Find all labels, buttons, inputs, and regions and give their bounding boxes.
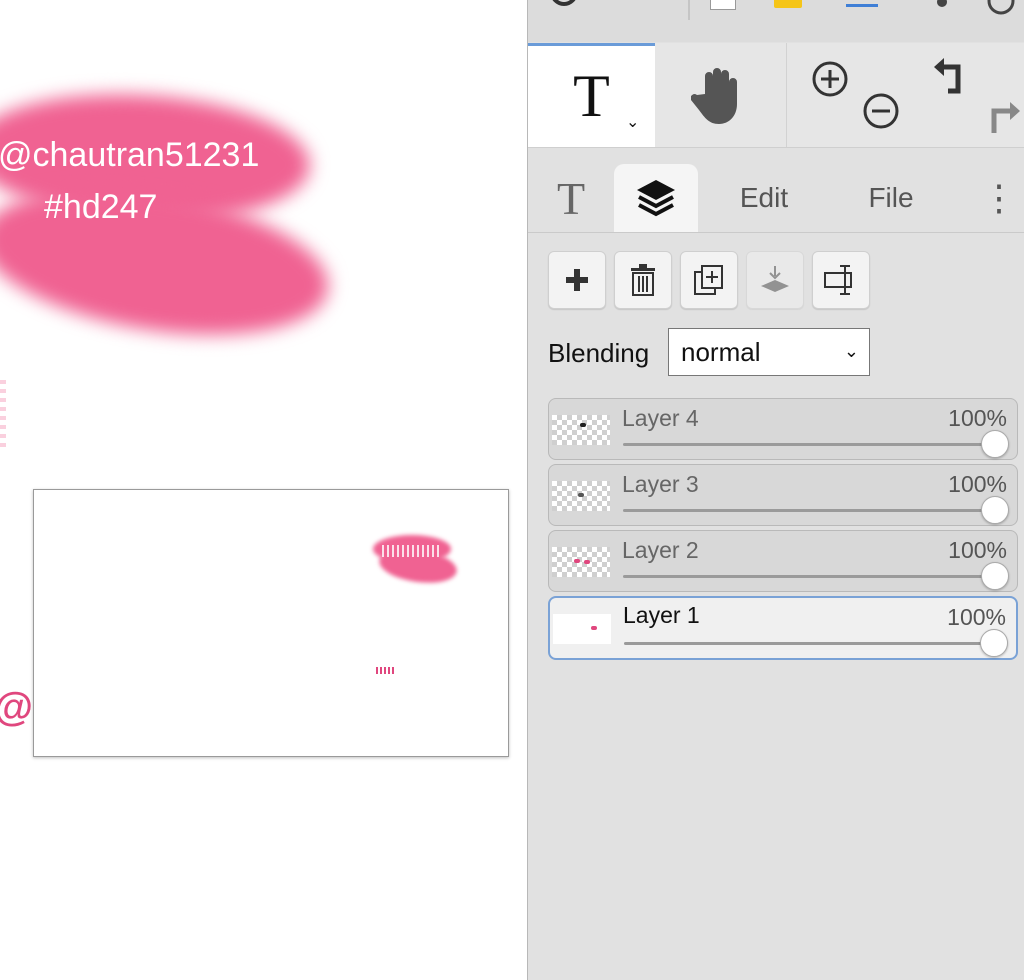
layer-thumbnail <box>552 547 610 577</box>
merge-down-button[interactable] <box>746 251 804 309</box>
chevron-down-icon[interactable]: ⌄ <box>626 112 639 132</box>
duplicate-icon <box>694 265 723 295</box>
plus-icon <box>566 269 588 291</box>
top-menu-bar <box>528 0 1024 42</box>
canvas-speckle <box>0 380 6 450</box>
layer-name: Layer 2 <box>622 537 699 563</box>
navigator-preview[interactable] <box>33 489 509 757</box>
new-file-icon[interactable] <box>710 0 736 10</box>
chevron-down-icon: ⌄ <box>843 341 859 361</box>
tab-file[interactable]: File <box>846 164 936 232</box>
tab-text[interactable]: T <box>528 164 614 232</box>
layer-thumbnail <box>552 481 610 511</box>
layer-name: Layer 4 <box>622 405 699 431</box>
layer-item[interactable]: Layer 2 100% <box>548 530 1018 592</box>
opacity-slider[interactable] <box>624 642 992 645</box>
help-icon[interactable] <box>986 0 1016 16</box>
layers-icon <box>637 180 675 217</box>
opacity-slider-handle[interactable] <box>980 629 1008 657</box>
tab-layers[interactable] <box>614 164 698 232</box>
panel-tabs: T Edit File ⋮ <box>528 148 1024 233</box>
layer-opacity: 100% <box>948 537 1007 563</box>
text-cursor-icon <box>824 265 852 295</box>
blending-select[interactable]: normal ⌄ <box>668 328 870 376</box>
side-panel: T ⌄ T Edit File ⋮ Blending normal ⌄ Laye… <box>527 0 1024 980</box>
tool-bar: T ⌄ <box>528 43 1024 148</box>
canvas-handle-text: @chautran51231 <box>0 136 260 174</box>
zoom-in-icon[interactable] <box>812 61 848 97</box>
add-layer-button[interactable] <box>548 251 606 309</box>
rename-layer-button[interactable] <box>812 251 870 309</box>
text-tool-button[interactable]: T ⌄ <box>528 43 655 147</box>
opacity-slider[interactable] <box>623 443 993 446</box>
zoom-out-icon[interactable] <box>863 93 899 129</box>
tab-edit[interactable]: Edit <box>714 164 814 232</box>
canvas-tag-text: #hd247 <box>44 188 158 226</box>
divider <box>688 0 690 20</box>
drawing-canvas[interactable]: @chautran51231 #hd247 @T <box>0 0 527 980</box>
open-folder-icon[interactable] <box>774 0 802 8</box>
opacity-slider-handle[interactable] <box>981 562 1009 590</box>
layer-thumbnail <box>552 415 610 445</box>
layer-item-selected[interactable]: Layer 1 100% <box>548 596 1018 660</box>
hand-icon <box>691 68 737 124</box>
layer-opacity: 100% <box>948 471 1007 497</box>
redo-icon[interactable] <box>991 102 1020 133</box>
delete-layer-button[interactable] <box>614 251 672 309</box>
trash-icon <box>631 264 655 296</box>
zoom-icons <box>812 61 899 129</box>
opacity-slider[interactable] <box>623 509 993 512</box>
layer-thumbnail <box>553 614 611 644</box>
undo-icon[interactable] <box>933 58 960 94</box>
opacity-slider[interactable] <box>623 575 993 578</box>
opacity-slider-handle[interactable] <box>981 496 1009 524</box>
layer-opacity: 100% <box>948 405 1007 431</box>
save-icon[interactable] <box>846 4 878 7</box>
layer-item[interactable]: Layer 4 100% <box>548 398 1018 460</box>
logo-icon <box>552 0 576 6</box>
layer-item[interactable]: Layer 3 100% <box>548 464 1018 526</box>
history-tools <box>908 43 1024 147</box>
preview-pink-mark <box>376 667 394 674</box>
more-menu-icon[interactable]: ⋮ <box>981 164 1017 232</box>
hand-tool-button[interactable] <box>655 43 783 147</box>
blending-label: Blending <box>548 338 650 368</box>
merge-down-icon <box>761 266 789 292</box>
layer-name: Layer 1 <box>623 602 700 628</box>
settings-icon[interactable] <box>930 0 954 12</box>
layer-name: Layer 3 <box>622 471 699 497</box>
history-icons <box>933 58 1020 133</box>
zoom-tools <box>786 43 907 147</box>
blending-value: normal <box>681 336 761 367</box>
text-tool-icon: T <box>573 63 610 129</box>
opacity-slider-handle[interactable] <box>981 430 1009 458</box>
preview-text-marks <box>382 545 442 557</box>
duplicate-layer-button[interactable] <box>680 251 738 309</box>
layer-opacity: 100% <box>947 604 1006 630</box>
